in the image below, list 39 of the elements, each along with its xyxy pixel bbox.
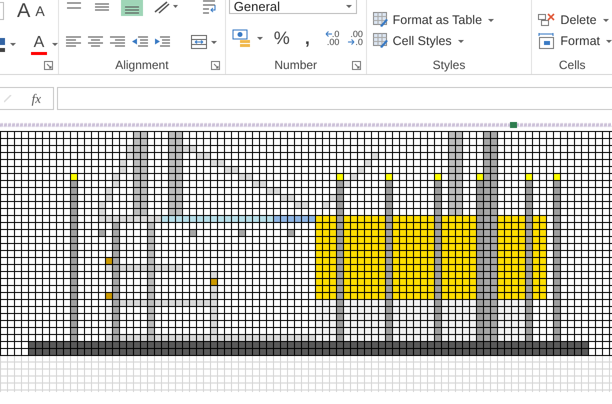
align-right-icon[interactable] [109, 36, 127, 48]
table-brush-icon [372, 33, 389, 49]
style-menu-button[interactable]: Cell Styles [372, 33, 532, 49]
group-label: Alignment [115, 58, 169, 72]
right-arrow-icon [348, 39, 356, 45]
increase-indent-icon[interactable] [153, 36, 171, 48]
delete-cells-icon [538, 12, 556, 28]
style-menu-button[interactable]: Format as Table [372, 12, 532, 28]
increase-decimal-button[interactable]: .0 .00 [324, 30, 340, 46]
font-color-button[interactable]: A [31, 34, 47, 54]
decrease-indent-icon[interactable] [131, 36, 149, 48]
insert-function-button[interactable]: fx [32, 90, 41, 106]
number-format-dropdown[interactable]: General [228, 0, 357, 14]
orientation-icon[interactable] [153, 0, 179, 14]
fill-color-icon[interactable] [0, 36, 5, 52]
font-size-button[interactable]: A [35, 3, 45, 19]
delete-menu-button[interactable]: Delete [538, 12, 612, 28]
font-size-button[interactable]: A [17, 0, 30, 22]
align-left-icon[interactable] [65, 36, 83, 48]
formula-input[interactable] [57, 87, 612, 110]
group-label: Number [274, 58, 318, 72]
decrease-decimal-button[interactable]: .00 .0 [348, 30, 363, 46]
dialog-launcher-icon[interactable] [44, 61, 53, 70]
group-label: Styles [432, 58, 466, 72]
align-center-icon[interactable] [87, 36, 105, 48]
format-cells-icon [538, 33, 556, 49]
accounting-format-icon[interactable] [232, 29, 252, 47]
merge-cells-icon[interactable] [191, 35, 207, 49]
dialog-launcher-icon[interactable] [210, 61, 220, 70]
middle-align-icon[interactable] [93, 2, 111, 12]
format-menu-button[interactable]: Format [538, 33, 612, 49]
check-icon[interactable] [4, 94, 12, 102]
table-brush-icon [372, 12, 389, 28]
dialog-launcher-icon[interactable] [352, 61, 361, 70]
group-label: Cells [558, 58, 586, 72]
bottom-align-icon[interactable] [121, 0, 143, 16]
percent-style-button[interactable]: % [274, 28, 290, 48]
left-arrow-icon [324, 31, 332, 37]
comma-style-button[interactable]: , [304, 28, 310, 48]
